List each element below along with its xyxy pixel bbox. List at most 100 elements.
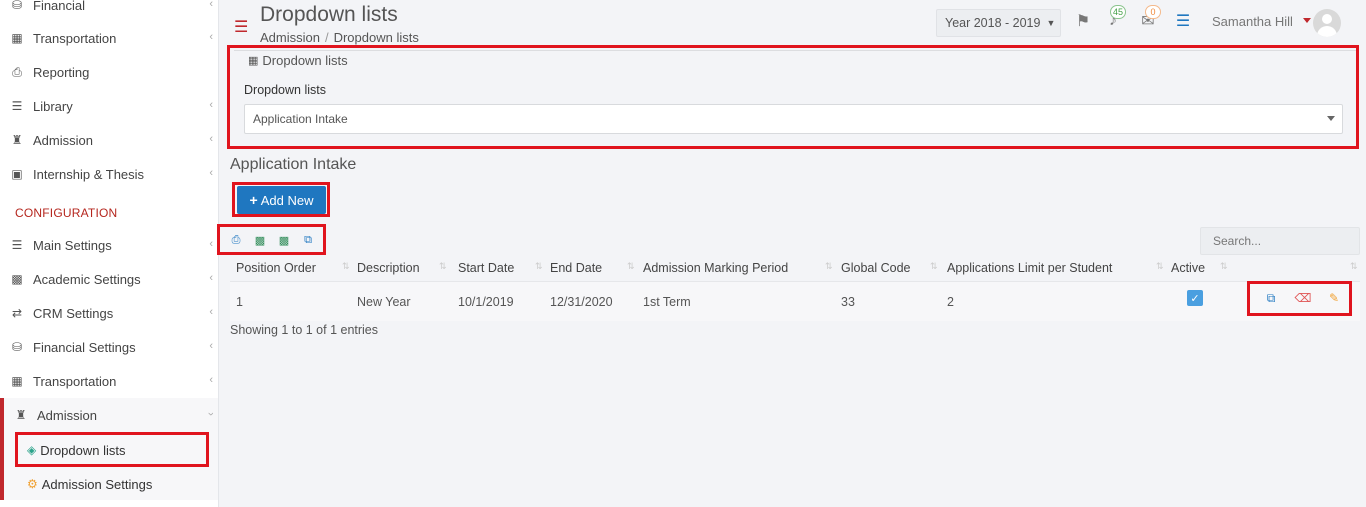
- sidebar-item-label: Admission: [33, 132, 93, 148]
- sidebar-item-financial-settings[interactable]: ⛁ Financial Settings ‹: [0, 330, 218, 364]
- panel-legend: ▦ Dropdown lists: [244, 53, 352, 68]
- sidebar: ⛁ Financial ‹ ▦ Transportation ‹ ⎙ Repor…: [0, 0, 219, 507]
- breadcrumb-dropdown-lists: Dropdown lists: [333, 30, 419, 45]
- dropdown-lists-select[interactable]: Application Intake: [244, 104, 1343, 134]
- sidebar-item-label: Academic Settings: [33, 271, 141, 287]
- csv-icon[interactable]: ▩: [278, 233, 290, 247]
- sidebar-item-internship-thesis[interactable]: ▣ Internship & Thesis ‹: [0, 157, 218, 191]
- notifications-badge: 45: [1110, 5, 1127, 19]
- breadcrumb: Admission / Dropdown lists: [260, 30, 419, 45]
- chevron-left-icon: ‹: [209, 340, 213, 352]
- sidebar-item-academic-settings[interactable]: ▩ Academic Settings ‹: [0, 262, 218, 296]
- sort-icon[interactable]: ⇅: [1220, 261, 1228, 272]
- sidebar-item-label: Transportation: [33, 30, 117, 46]
- sort-icon[interactable]: ⇅: [825, 261, 833, 272]
- sidebar-item-label: Transportation: [33, 373, 117, 389]
- breadcrumb-admission[interactable]: Admission: [260, 30, 320, 45]
- column-header-end-date[interactable]: End Date: [550, 261, 602, 275]
- sidebar-item-financial[interactable]: ⛁ Financial ‹: [0, 0, 218, 22]
- sort-icon[interactable]: ⇅: [930, 261, 938, 272]
- dropdown-lists-panel: ▦ Dropdown lists Dropdown lists Applicat…: [234, 50, 1356, 146]
- sidebar-item-library[interactable]: ☰ Library ‹: [0, 89, 218, 123]
- sort-icon[interactable]: ⇅: [342, 261, 350, 272]
- add-new-button[interactable]: + Add New: [237, 186, 326, 214]
- chevron-left-icon: ‹: [209, 374, 213, 386]
- excel-icon[interactable]: ▩: [254, 233, 266, 247]
- copy-icon[interactable]: ⧉: [1264, 291, 1278, 305]
- cell-global-code: 33: [841, 295, 855, 309]
- chevron-left-icon: ‹: [209, 31, 213, 43]
- chevron-left-icon: ‹: [209, 167, 213, 179]
- column-header-position-order[interactable]: Position Order: [236, 261, 316, 275]
- cube-icon: ▣: [11, 167, 23, 181]
- printer-icon: ⎙: [12, 64, 22, 79]
- caret-down-icon: [1327, 116, 1335, 121]
- institution-icon: ♜: [15, 408, 27, 422]
- sidebar-item-label: Financial Settings: [33, 339, 136, 355]
- print-icon[interactable]: ⎙: [230, 233, 242, 247]
- plus-icon: +: [249, 192, 258, 208]
- table-info: Showing 1 to 1 of 1 entries: [230, 323, 379, 337]
- column-header-start-date[interactable]: Start Date: [458, 261, 514, 275]
- column-header-marking-period[interactable]: Admission Marking Period: [643, 261, 788, 275]
- sort-icon[interactable]: ⇅: [535, 261, 543, 272]
- sidebar-subitem-dropdown-lists[interactable]: ◈ Dropdown lists: [27, 436, 126, 464]
- sidebar-subitem-label: Dropdown lists: [40, 442, 126, 458]
- sidebar-item-label: Financial: [33, 0, 86, 13]
- panel-legend-label: Dropdown lists: [262, 53, 348, 68]
- sliders-icon: ☰: [11, 238, 23, 252]
- dropdown-lists-selected: Application Intake: [253, 112, 348, 126]
- sidebar-item-label: Library: [33, 98, 73, 114]
- add-new-label: Add New: [260, 192, 314, 208]
- year-select[interactable]: Year 2018 - 2019 ▼: [936, 9, 1061, 37]
- sidebar-item-label: Admission: [37, 407, 97, 423]
- sidebar-item-reporting[interactable]: ⎙ Reporting: [0, 55, 218, 89]
- sidebar-item-label: Reporting: [33, 64, 90, 80]
- pencil-icon[interactable]: ✎: [1327, 291, 1341, 305]
- chevron-left-icon: ‹: [209, 133, 213, 145]
- caret-down-icon: ▼: [1046, 18, 1056, 28]
- sidebar-item-admission-config[interactable]: ♜ Admission ‹: [0, 398, 218, 432]
- bell-icon[interactable]: ♪ 45: [1104, 5, 1127, 30]
- layers-add-icon[interactable]: ☰: [1174, 12, 1192, 30]
- breadcrumb-separator: /: [324, 30, 329, 45]
- copy-icon[interactable]: ⧉: [302, 233, 314, 247]
- coins-icon: ⛁: [11, 340, 23, 354]
- sort-icon[interactable]: ⇅: [627, 261, 635, 272]
- sort-icon[interactable]: ⇅: [1156, 261, 1164, 272]
- table-icon: ▦: [248, 55, 259, 67]
- bus-icon: ▦: [11, 374, 23, 388]
- bus-icon: ▦: [11, 31, 23, 45]
- sort-icon[interactable]: ⇅: [439, 261, 447, 272]
- institution-icon: ♜: [11, 133, 23, 147]
- user-caret-icon[interactable]: [1303, 18, 1311, 23]
- active-checkbox[interactable]: ✓: [1187, 290, 1203, 306]
- sidebar-item-crm-settings[interactable]: ⇄ CRM Settings ‹: [0, 296, 218, 330]
- flag-icon[interactable]: ⚑: [1074, 12, 1092, 30]
- cell-description: New Year: [357, 295, 411, 309]
- configuration-heading: CONFIGURATION: [15, 206, 118, 220]
- column-header-applications-limit[interactable]: Applications Limit per Student: [947, 261, 1112, 275]
- sort-icon[interactable]: ⇅: [1350, 261, 1358, 272]
- column-header-global-code[interactable]: Global Code: [841, 261, 911, 275]
- sidebar-item-admission[interactable]: ♜ Admission ‹: [0, 123, 218, 157]
- column-header-description[interactable]: Description: [357, 261, 420, 275]
- column-header-active[interactable]: Active: [1171, 261, 1205, 275]
- user-name[interactable]: Samantha Hill: [1212, 14, 1293, 29]
- menu-icon[interactable]: ☰: [234, 20, 248, 36]
- avatar[interactable]: [1313, 9, 1341, 37]
- chevron-left-icon: ‹: [209, 306, 213, 318]
- sidebar-item-transportation-settings[interactable]: ▦ Transportation ‹: [0, 364, 218, 398]
- sidebar-item-main-settings[interactable]: ☰ Main Settings ‹: [0, 228, 218, 262]
- envelope-icon[interactable]: ✉ 0: [1139, 5, 1161, 30]
- cell-marking-period: 1st Term: [643, 295, 691, 309]
- table-row: 1 New Year 10/1/2019 12/31/2020 1st Term…: [230, 281, 1360, 321]
- search-input[interactable]: [1200, 227, 1360, 255]
- messages-badge: 0: [1145, 5, 1161, 19]
- export-toolbar: ⎙ ▩ ▩ ⧉: [224, 230, 326, 250]
- sidebar-subitem-admission-settings[interactable]: ⚙ Admission Settings: [27, 470, 152, 498]
- trash-icon[interactable]: ⌫: [1295, 291, 1312, 305]
- sitemap-icon: ▩: [11, 272, 23, 286]
- chevron-down-icon: ‹: [205, 412, 218, 416]
- sidebar-item-transportation[interactable]: ▦ Transportation ‹: [0, 21, 218, 55]
